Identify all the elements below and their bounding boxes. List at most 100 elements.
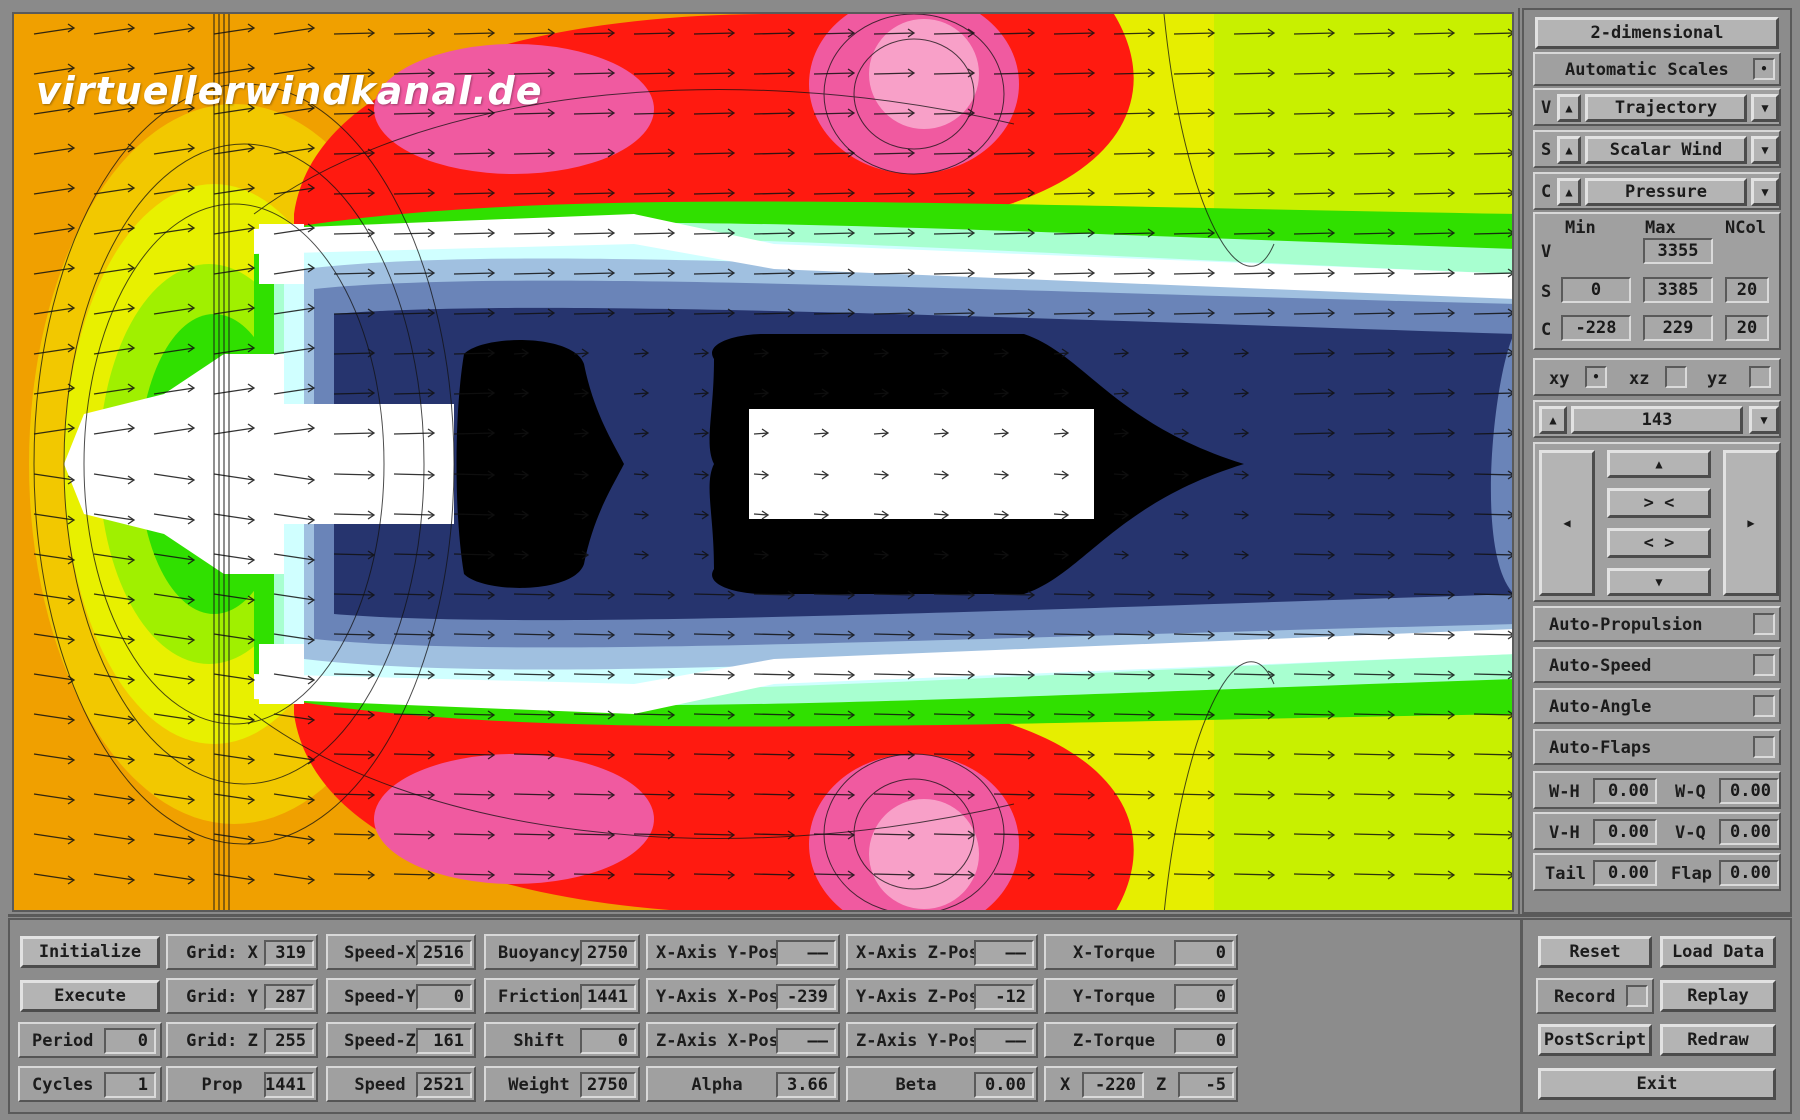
axis-b-field-2[interactable]: —— xyxy=(974,1028,1034,1054)
record-label: Record xyxy=(1554,987,1616,1007)
plane-xz-checkbox[interactable] xyxy=(1665,366,1687,388)
grid-field-3[interactable]: 1441 xyxy=(264,1072,314,1098)
c-max-field[interactable]: 229 xyxy=(1643,315,1713,341)
slice-down-button[interactable]: ▼ xyxy=(1749,406,1779,434)
vh-field[interactable]: 0.00 xyxy=(1593,819,1657,845)
v-max-field[interactable]: 3355 xyxy=(1643,238,1713,264)
force-field-3[interactable]: 2750 xyxy=(580,1072,636,1098)
v-up-button[interactable]: ▲ xyxy=(1557,94,1581,122)
axis-a-row-3: Alpha 3.66 xyxy=(646,1066,840,1102)
s-mode-select[interactable]: Scalar Wind xyxy=(1585,136,1747,164)
zoom-out-button[interactable]: < > xyxy=(1607,528,1711,558)
auto-flaps-checkbox[interactable] xyxy=(1753,736,1775,758)
flap-field[interactable]: 0.00 xyxy=(1719,860,1779,886)
speed-field-3[interactable]: 2521 xyxy=(416,1072,472,1098)
axis-a-field-0[interactable]: —— xyxy=(776,940,836,966)
range-table: Min Max NCol V 3355 S 0 3385 20 C -228 2… xyxy=(1533,212,1781,350)
speed-label-1: Speed-Y xyxy=(344,987,416,1007)
speed-field-1[interactable]: 0 xyxy=(416,984,472,1010)
auto-propulsion-checkbox[interactable] xyxy=(1753,613,1775,635)
torque-row-2: Z-Torque 0 xyxy=(1044,1022,1238,1058)
pan-up-button[interactable]: ▲ xyxy=(1607,450,1711,478)
v-down-button[interactable]: ▼ xyxy=(1751,94,1779,122)
torque-field-2[interactable]: 0 xyxy=(1174,1028,1234,1054)
axis-a-field-3[interactable]: 3.66 xyxy=(776,1072,836,1098)
scales-checkbox[interactable]: • xyxy=(1753,58,1775,80)
grid-field-2[interactable]: 255 xyxy=(264,1028,314,1054)
flow-visualization[interactable]: virtuellerwindkanal.de xyxy=(12,12,1514,912)
force-field-0[interactable]: 2750 xyxy=(580,940,636,966)
axis-b-row-1: Y-Axis Z-Pos -12 xyxy=(846,978,1038,1014)
zoom-in-button[interactable]: > < xyxy=(1607,488,1711,518)
tail-field[interactable]: 0.00 xyxy=(1593,860,1657,886)
c-label: C xyxy=(1541,182,1552,202)
wh-label: W-H xyxy=(1549,782,1580,802)
pan-left-button[interactable]: ◀ xyxy=(1539,450,1595,596)
speed-row-3: Speed 2521 xyxy=(326,1066,476,1102)
initialize-button[interactable]: Initialize xyxy=(20,936,160,968)
axis-b-field-1[interactable]: -12 xyxy=(974,984,1034,1010)
replay-button[interactable]: Replay xyxy=(1660,980,1776,1012)
torque-field-0[interactable]: 0 xyxy=(1174,940,1234,966)
scales-group: Automatic Scales • xyxy=(1533,52,1781,86)
auto-speed-row: Auto-Speed xyxy=(1533,647,1781,683)
plane-xy-checkbox[interactable]: • xyxy=(1585,366,1607,388)
s-ncol-field[interactable]: 20 xyxy=(1725,277,1769,303)
slice-up-button[interactable]: ▲ xyxy=(1539,406,1567,434)
x-pos-field[interactable]: -220 xyxy=(1082,1072,1144,1098)
load-data-button[interactable]: Load Data xyxy=(1660,936,1776,968)
force-field-2[interactable]: 0 xyxy=(580,1028,636,1054)
force-field-1[interactable]: 1441 xyxy=(580,984,636,1010)
record-checkbox[interactable] xyxy=(1626,985,1648,1007)
c-up-button[interactable]: ▲ xyxy=(1557,178,1581,206)
cycles-field[interactable]: 1 xyxy=(104,1072,156,1098)
redraw-button[interactable]: Redraw xyxy=(1660,1024,1776,1056)
execute-button[interactable]: Execute xyxy=(20,980,160,1012)
axis-b-row-3: Beta 0.00 xyxy=(846,1066,1038,1102)
c-mode-select[interactable]: Pressure xyxy=(1585,178,1747,206)
speed-row-0: Speed-X 2516 xyxy=(326,934,476,970)
plane-selector: xy • xz yz xyxy=(1533,358,1781,396)
axis-a-row-2: Z-Axis X-Pos —— xyxy=(646,1022,840,1058)
grid-field-1[interactable]: 287 xyxy=(264,984,314,1010)
vq-field[interactable]: 0.00 xyxy=(1719,819,1779,845)
auto-speed-label: Auto-Speed xyxy=(1549,656,1652,676)
axis-a-field-2[interactable]: —— xyxy=(776,1028,836,1054)
s-max-field[interactable]: 3385 xyxy=(1643,277,1713,303)
plane-yz-checkbox[interactable] xyxy=(1749,366,1771,388)
axis-b-label-0: X-Axis Z-Pos xyxy=(856,943,979,963)
wh-field[interactable]: 0.00 xyxy=(1593,778,1657,804)
axis-a-field-1[interactable]: -239 xyxy=(776,984,836,1010)
axis-b-field-0[interactable]: —— xyxy=(974,940,1034,966)
c-min-field[interactable]: -228 xyxy=(1561,315,1631,341)
reset-button[interactable]: Reset xyxy=(1538,936,1652,968)
v-mode-select[interactable]: Trajectory xyxy=(1585,94,1747,122)
c-ncol-field[interactable]: 20 xyxy=(1725,315,1769,341)
postscript-button[interactable]: PostScript xyxy=(1538,1024,1652,1056)
auto-propulsion-row: Auto-Propulsion xyxy=(1533,606,1781,642)
s-up-button[interactable]: ▲ xyxy=(1557,136,1581,164)
s-down-button[interactable]: ▼ xyxy=(1751,136,1779,164)
pan-down-button[interactable]: ▼ xyxy=(1607,568,1711,596)
auto-speed-checkbox[interactable] xyxy=(1753,654,1775,676)
exit-button[interactable]: Exit xyxy=(1538,1068,1776,1100)
c-down-button[interactable]: ▼ xyxy=(1751,178,1779,206)
z-pos-label: Z xyxy=(1156,1075,1167,1095)
axis-b-row-0: X-Axis Z-Pos —— xyxy=(846,934,1038,970)
wq-field[interactable]: 0.00 xyxy=(1719,778,1779,804)
grid-field-0[interactable]: 319 xyxy=(264,940,314,966)
speed-field-0[interactable]: 2516 xyxy=(416,940,472,966)
v-label: V xyxy=(1541,98,1552,118)
s-min-field[interactable]: 0 xyxy=(1561,277,1631,303)
slice-value[interactable]: 143 xyxy=(1571,406,1743,434)
torque-field-1[interactable]: 0 xyxy=(1174,984,1234,1010)
speed-field-2[interactable]: 161 xyxy=(416,1028,472,1054)
pan-right-button[interactable]: ▶ xyxy=(1723,450,1779,596)
grid-row-0: Grid: X 319 xyxy=(166,934,318,970)
period-field-group: Period 0 xyxy=(18,1022,162,1058)
auto-angle-checkbox[interactable] xyxy=(1753,695,1775,717)
z-pos-field[interactable]: -5 xyxy=(1178,1072,1234,1098)
period-field[interactable]: 0 xyxy=(104,1028,156,1054)
dimension-button[interactable]: 2-dimensional xyxy=(1535,17,1779,49)
axis-b-field-3[interactable]: 0.00 xyxy=(974,1072,1034,1098)
